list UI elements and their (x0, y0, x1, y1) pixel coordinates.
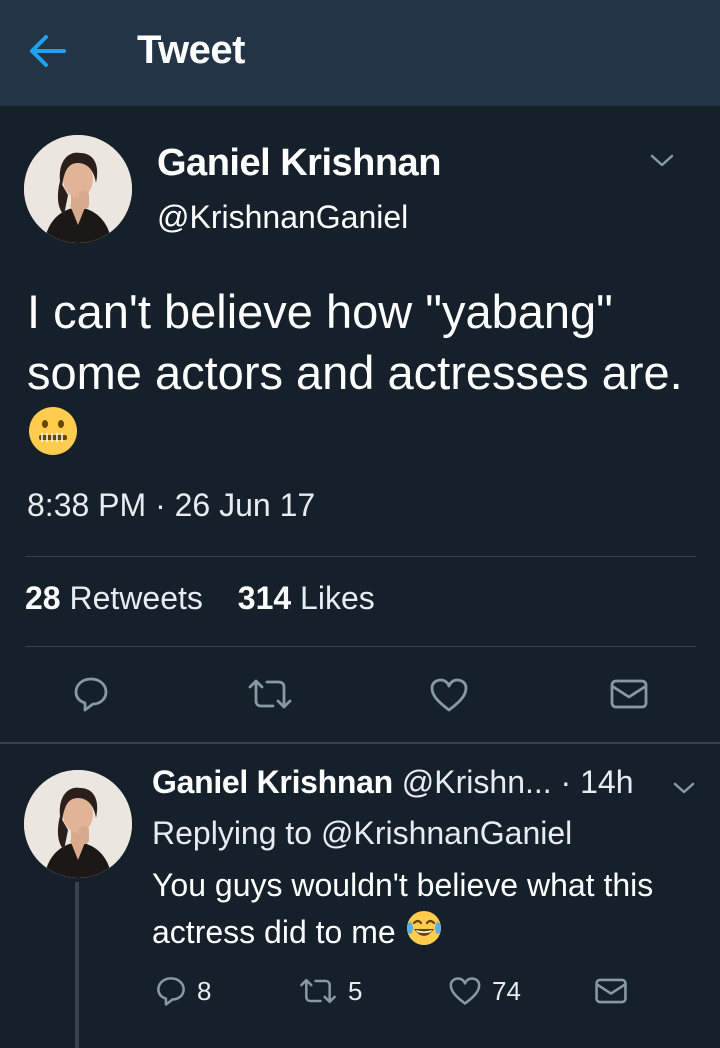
retweet-count[interactable]: 28 (25, 580, 61, 616)
reply-retweet-count: 5 (348, 975, 363, 1006)
engagement-counts: 28 Retweets 314 Likes (25, 580, 401, 617)
reply-header[interactable]: Ganiel Krishnan @Krishn... · 14h (152, 764, 633, 801)
reply-author-name[interactable]: Ganiel Krishnan (152, 764, 393, 800)
reply-meta[interactable]: @Krishn... · 14h (402, 764, 634, 800)
avatar[interactable] (24, 770, 132, 878)
author-handle[interactable]: @KrishnanGaniel (157, 199, 408, 236)
share-action[interactable] (594, 973, 628, 1009)
divider (25, 556, 696, 557)
face-with-tears-of-joy-icon (405, 909, 443, 960)
reply-body: You guys wouldn't believe what this actr… (152, 867, 654, 950)
back-arrow-icon[interactable] (28, 33, 68, 69)
reply-action[interactable]: 8 (155, 973, 211, 1009)
section-divider (0, 742, 720, 744)
heart-icon[interactable] (448, 976, 482, 1006)
share-mail-icon[interactable] (594, 976, 628, 1006)
reply-like-count: 74 (492, 975, 521, 1006)
reply-icon[interactable] (72, 675, 110, 718)
share-mail-icon[interactable] (609, 677, 649, 716)
like-action[interactable]: 74 (448, 973, 521, 1009)
chevron-down-icon[interactable] (648, 151, 676, 171)
page-title: Tweet (137, 28, 245, 72)
replying-to[interactable]: Replying to @KrishnanGaniel (152, 815, 572, 852)
heart-icon[interactable] (429, 677, 469, 718)
chevron-down-icon[interactable] (672, 779, 696, 797)
author-name[interactable]: Ganiel Krishnan (157, 142, 441, 185)
avatar[interactable] (24, 135, 132, 243)
thread-line (75, 882, 79, 1048)
like-count[interactable]: 314 (238, 580, 291, 616)
retweet-action[interactable]: 5 (298, 973, 362, 1009)
reply-count: 8 (197, 975, 212, 1006)
tweet-body: I can't believe how "yabang" some actors… (27, 285, 683, 399)
reply-icon[interactable] (155, 975, 187, 1007)
reply-text: You guys wouldn't believe what this actr… (152, 862, 692, 960)
like-label[interactable]: Likes (300, 580, 375, 616)
retweet-icon[interactable] (246, 677, 294, 716)
divider (25, 646, 696, 647)
zipper-mouth-face-icon (27, 405, 79, 471)
retweet-label[interactable]: Retweets (69, 580, 202, 616)
top-bar: Tweet (0, 0, 720, 106)
tweet-timestamp[interactable]: 8:38 PM · 26 Jun 17 (27, 487, 315, 524)
tweet-text: I can't believe how "yabang" some actors… (27, 281, 697, 471)
retweet-icon[interactable] (298, 976, 338, 1006)
